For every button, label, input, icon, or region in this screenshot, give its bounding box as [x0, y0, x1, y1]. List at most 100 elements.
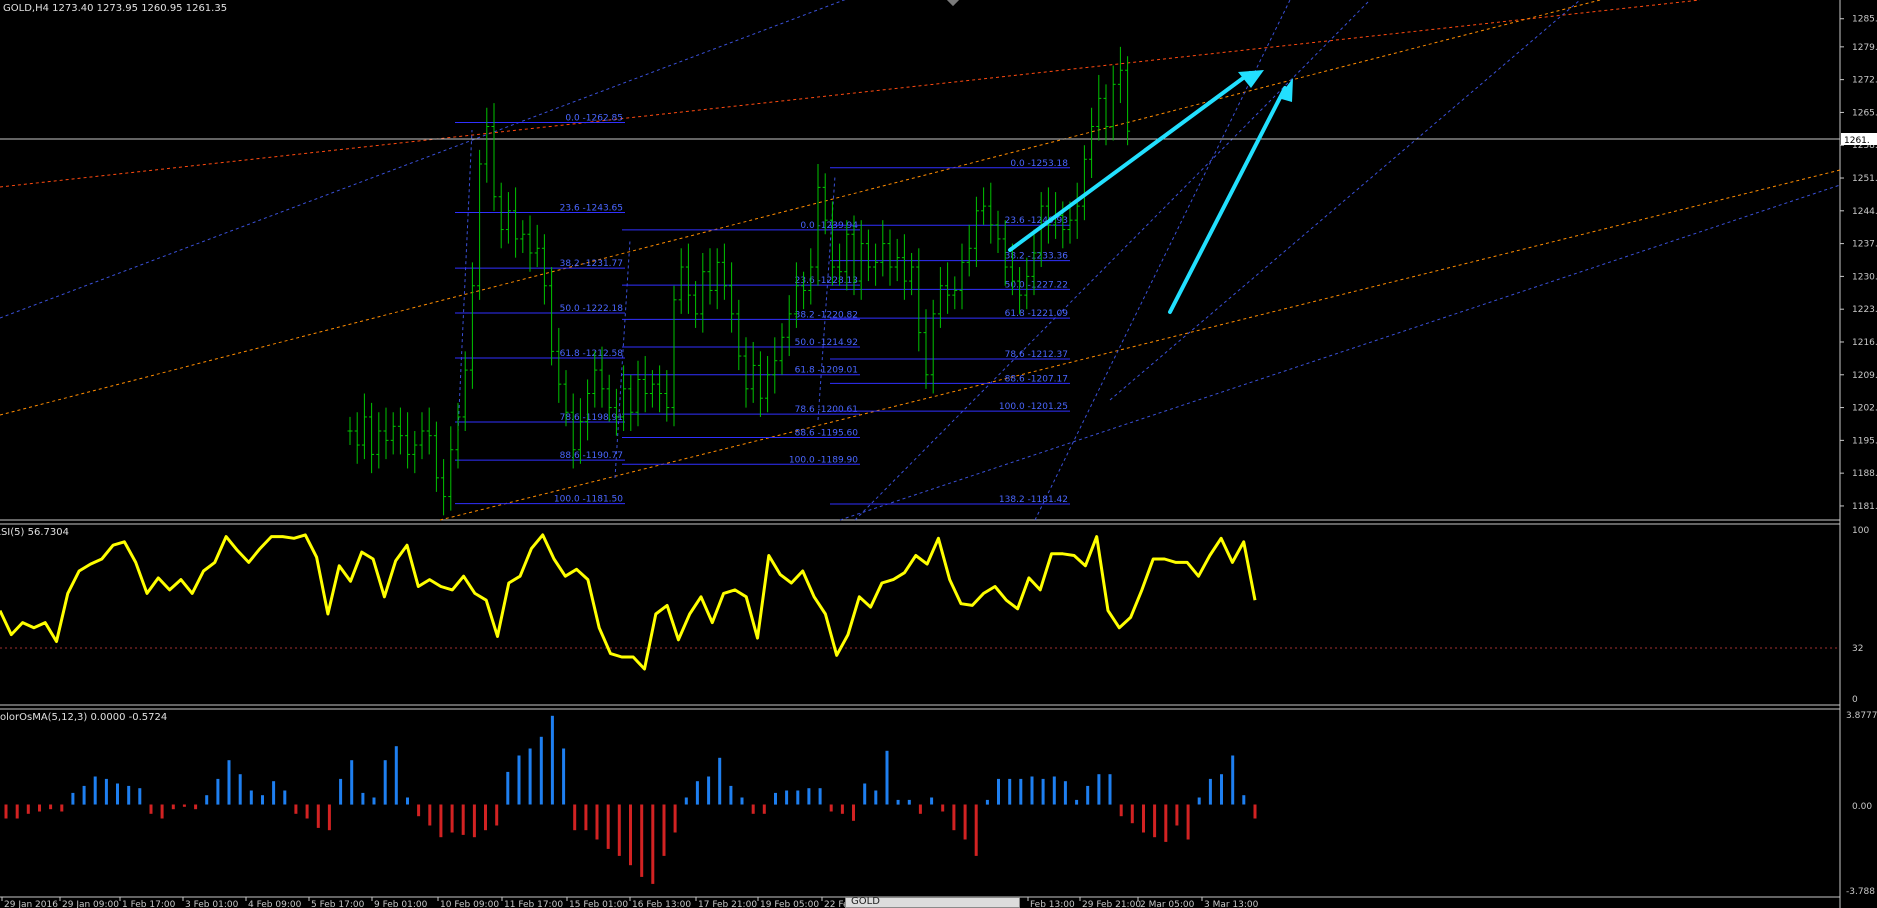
osma-bar: [82, 785, 86, 805]
fib-level-label: 38.2 -1220.82: [795, 310, 858, 320]
time-axis-label: 29 Jan 2016: [4, 900, 58, 908]
fib-level-label: 78.6 -1200.61: [795, 405, 858, 415]
osma-bar: [1220, 774, 1223, 805]
osma-bar: [1075, 799, 1079, 805]
osma-bar: [673, 804, 677, 833]
osma-bar: [573, 804, 577, 831]
osma-bar: [406, 797, 409, 805]
osma-bar: [127, 785, 131, 805]
osma-bar: [662, 804, 666, 856]
osma-bar: [450, 804, 454, 833]
price-axis-label: 1209.: [1852, 371, 1877, 381]
osma-axis-max: 3.8777: [1846, 711, 1877, 721]
fib-level-label: 78.6 -1212.37: [1005, 350, 1068, 360]
osma-bar: [852, 804, 855, 821]
fib-level-label: 78.6 -1198.91: [560, 413, 623, 423]
fib-level-label: 38.2 -1231.77: [560, 259, 623, 269]
osma-bar: [372, 797, 376, 805]
osma-bar: [394, 746, 398, 805]
time-axis-label: 15 Feb 01:00: [569, 900, 628, 908]
osma-bar: [1253, 804, 1257, 819]
price-axis-label: 1272.: [1852, 76, 1877, 86]
osma-bar: [651, 804, 655, 884]
osma-bar: [205, 795, 209, 805]
rsi-axis-100: 100: [1852, 526, 1869, 536]
osma-bar: [71, 792, 75, 805]
osma-bar: [907, 799, 911, 805]
osma-bar: [528, 748, 532, 805]
fib-level-label: 100.0 -1201.25: [999, 402, 1068, 412]
fib-level-label: 61.8 -1209.01: [795, 366, 858, 376]
osma-bar: [629, 804, 632, 866]
osma-bar: [1041, 778, 1045, 805]
osma-bar: [729, 785, 733, 805]
osma-bar: [740, 797, 744, 805]
price-axis-label: 1244.: [1852, 207, 1877, 217]
osma-bar: [104, 778, 108, 805]
osma-bar: [584, 804, 588, 831]
time-axis-label: 19 Feb 05:00: [760, 900, 819, 908]
osma-bar: [952, 804, 956, 831]
time-axis-label: 3 Feb 01:00: [185, 900, 239, 908]
osma-bar: [182, 804, 186, 807]
time-axis-label: 17 Feb 21:00: [698, 900, 757, 908]
osma-bar: [1063, 781, 1067, 805]
osma-bar: [116, 783, 119, 805]
osma-bar: [930, 797, 934, 805]
time-axis-label: 29 Feb 21:00: [1082, 900, 1141, 908]
fib-level-label: 61.8 -1221.09: [1005, 309, 1069, 319]
osma-bar: [93, 776, 97, 805]
osma-bar: [774, 792, 777, 805]
fib-level-label: 50.0 -1227.22: [1005, 280, 1068, 290]
price-axis-label: 1188.: [1852, 469, 1877, 479]
osma-bar: [751, 804, 755, 814]
fib-level-label: 50.0 -1214.92: [795, 338, 858, 348]
osma-bar: [684, 797, 688, 805]
price-axis-label: 1279.: [1852, 43, 1877, 53]
rsi-axis-32: 32: [1852, 644, 1863, 654]
chart-tab-gold[interactable]: GOLD: [845, 896, 1020, 908]
chart-tab-label: GOLD: [851, 896, 880, 907]
osma-bar: [796, 790, 800, 805]
time-axis-label: 4 Feb 09:00: [248, 900, 302, 908]
price-axis-label: 1181.: [1852, 502, 1877, 512]
fib-level-label: 50.0 -1222.18: [560, 304, 624, 314]
osma-bar: [484, 804, 487, 831]
osma-bar: [495, 804, 499, 826]
osma-bar: [171, 804, 175, 810]
osma-bar: [339, 778, 343, 805]
osma-bar: [1197, 797, 1201, 805]
osma-bar: [227, 760, 231, 805]
osma-bar: [216, 778, 220, 805]
osma-bar: [762, 804, 766, 814]
fib-level-label: 61.8 -1212.58: [560, 349, 624, 359]
osma-bar: [718, 757, 722, 805]
osma-label: ColorOsMA(5,12,3) 0.0000 -0.5724: [0, 712, 167, 723]
fib-level-label: 138.2 -1181.42: [999, 495, 1068, 505]
osma-bar: [1164, 804, 1168, 842]
osma-bar: [918, 804, 922, 814]
rsi-label: RSI(5) 56.7304: [0, 527, 69, 538]
price-axis-label: 1195.: [1852, 436, 1877, 446]
osma-bar: [1086, 785, 1090, 805]
osma-bar: [818, 788, 822, 805]
osma-bar: [707, 776, 711, 805]
osma-bar: [316, 804, 320, 828]
fib-level-label: 0.0 -1253.18: [1010, 159, 1068, 169]
osma-bar: [1175, 804, 1179, 826]
osma-bar: [1008, 778, 1012, 805]
trading-chart[interactable]: 0.0 -1262.85 23.6 -1243.65 38.2 -1231.77 50…: [0, 0, 1877, 908]
osma-bar: [1142, 804, 1145, 833]
osma-bar: [305, 804, 309, 819]
osma-bar: [1186, 804, 1190, 840]
osma-bar: [261, 795, 264, 805]
osma-bar: [1231, 755, 1235, 805]
price-axis-label: 1265.: [1852, 108, 1877, 118]
time-axis-label: 11 Feb 17:00: [504, 900, 563, 908]
osma-bar: [417, 804, 421, 817]
fib-level-label: 88.6 -1190.77: [560, 451, 623, 461]
osma-bar: [26, 804, 30, 814]
osma-bar: [1108, 774, 1112, 805]
fib-level-label: 88.6 -1207.17: [1005, 374, 1068, 384]
time-axis-label: 2 Mar 05:00: [1140, 900, 1195, 908]
